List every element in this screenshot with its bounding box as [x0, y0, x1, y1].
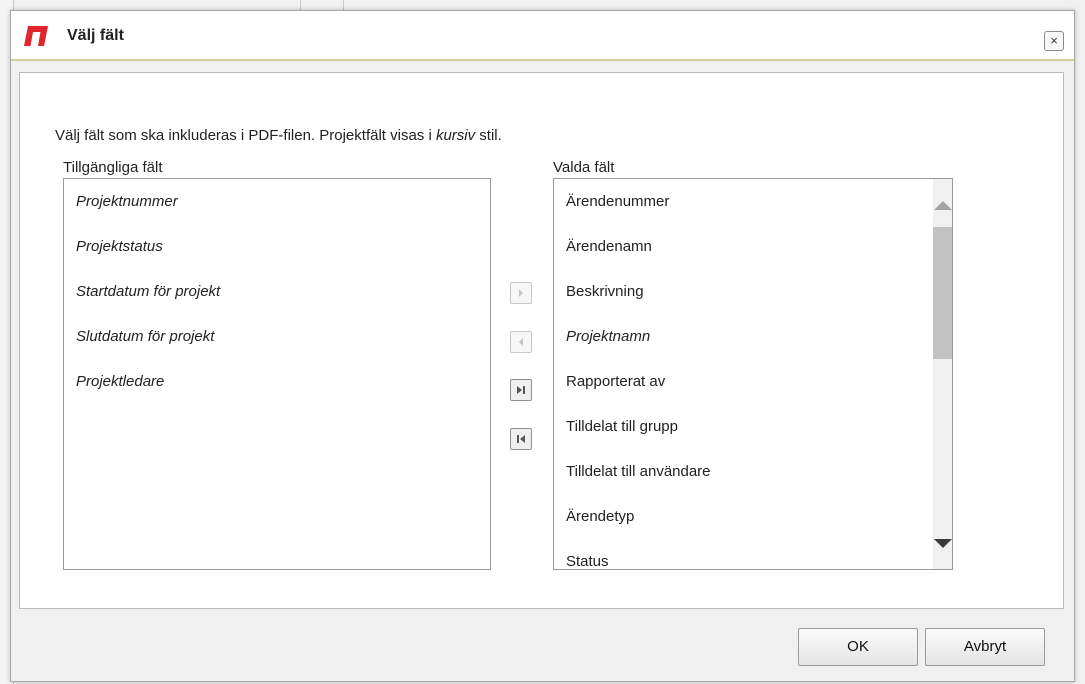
list-item[interactable]: Projektnamn — [554, 314, 933, 359]
arrow-right-end-icon — [517, 386, 525, 394]
list-item[interactable]: Projektledare — [64, 359, 490, 404]
background-divider — [343, 0, 344, 10]
list-item[interactable]: Status — [554, 539, 933, 569]
scroll-up-icon[interactable] — [934, 201, 952, 210]
dialog-content: Välj fält som ska inkluderas i PDF-filen… — [19, 72, 1064, 609]
scroll-down-icon[interactable] — [934, 539, 952, 548]
arrow-right-icon — [519, 289, 523, 297]
instruction-text: Välj fält som ska inkluderas i PDF-filen… — [55, 127, 502, 144]
arrow-left-end-icon — [517, 435, 525, 443]
select-fields-dialog: Välj fält × Välj fält som ska inkluderas… — [10, 10, 1075, 682]
list-item[interactable]: Ärendetyp — [554, 494, 933, 539]
list-item[interactable]: Projektnummer — [64, 179, 490, 224]
list-item[interactable]: Slutdatum för projekt — [64, 314, 490, 359]
add-field-button[interactable] — [510, 282, 532, 304]
arrow-left-icon — [519, 338, 523, 346]
available-fields-list[interactable]: Projektnummer Projektstatus Startdatum för… — [63, 178, 491, 570]
list-item[interactable]: Tilldelat till användare — [554, 449, 933, 494]
background-divider — [300, 0, 301, 10]
dialog-titlebar: Välj fält × — [11, 11, 1074, 61]
remove-all-fields-button[interactable] — [510, 428, 532, 450]
instruction-text-part: Välj fält som ska inkluderas i PDF-filen… — [55, 127, 436, 144]
selected-fields-scrollbar[interactable] — [933, 179, 952, 569]
list-item[interactable]: Startdatum för projekt — [64, 269, 490, 314]
remove-field-button[interactable] — [510, 331, 532, 353]
available-fields-label: Tillgängliga fält — [63, 159, 163, 176]
scroll-thumb[interactable] — [933, 227, 952, 359]
close-button[interactable]: × — [1044, 31, 1064, 51]
app-logo-icon — [24, 26, 48, 46]
list-item[interactable]: Projektstatus — [64, 224, 490, 269]
close-icon: × — [1050, 33, 1058, 48]
selected-fields-label: Valda fält — [553, 159, 615, 176]
selected-fields-items: Ärendenummer Ärendenamn Beskrivning Projekt… — [554, 179, 933, 569]
add-all-fields-button[interactable] — [510, 379, 532, 401]
list-item[interactable]: Tilldelat till grupp — [554, 404, 933, 449]
list-item[interactable]: Ärendenummer — [554, 179, 933, 224]
list-item[interactable]: Ärendenamn — [554, 224, 933, 269]
dialog-title: Välj fält — [67, 27, 124, 44]
list-item[interactable]: Rapporterat av — [554, 359, 933, 404]
selected-fields-list[interactable]: Ärendenummer Ärendenamn Beskrivning Projekt… — [553, 178, 953, 570]
ok-button[interactable]: OK — [798, 628, 918, 666]
list-item[interactable]: Beskrivning — [554, 269, 933, 314]
instruction-emphasis: kursiv — [435, 127, 476, 144]
cancel-button[interactable]: Avbryt — [925, 628, 1045, 666]
instruction-text-part: stil. — [475, 127, 502, 144]
